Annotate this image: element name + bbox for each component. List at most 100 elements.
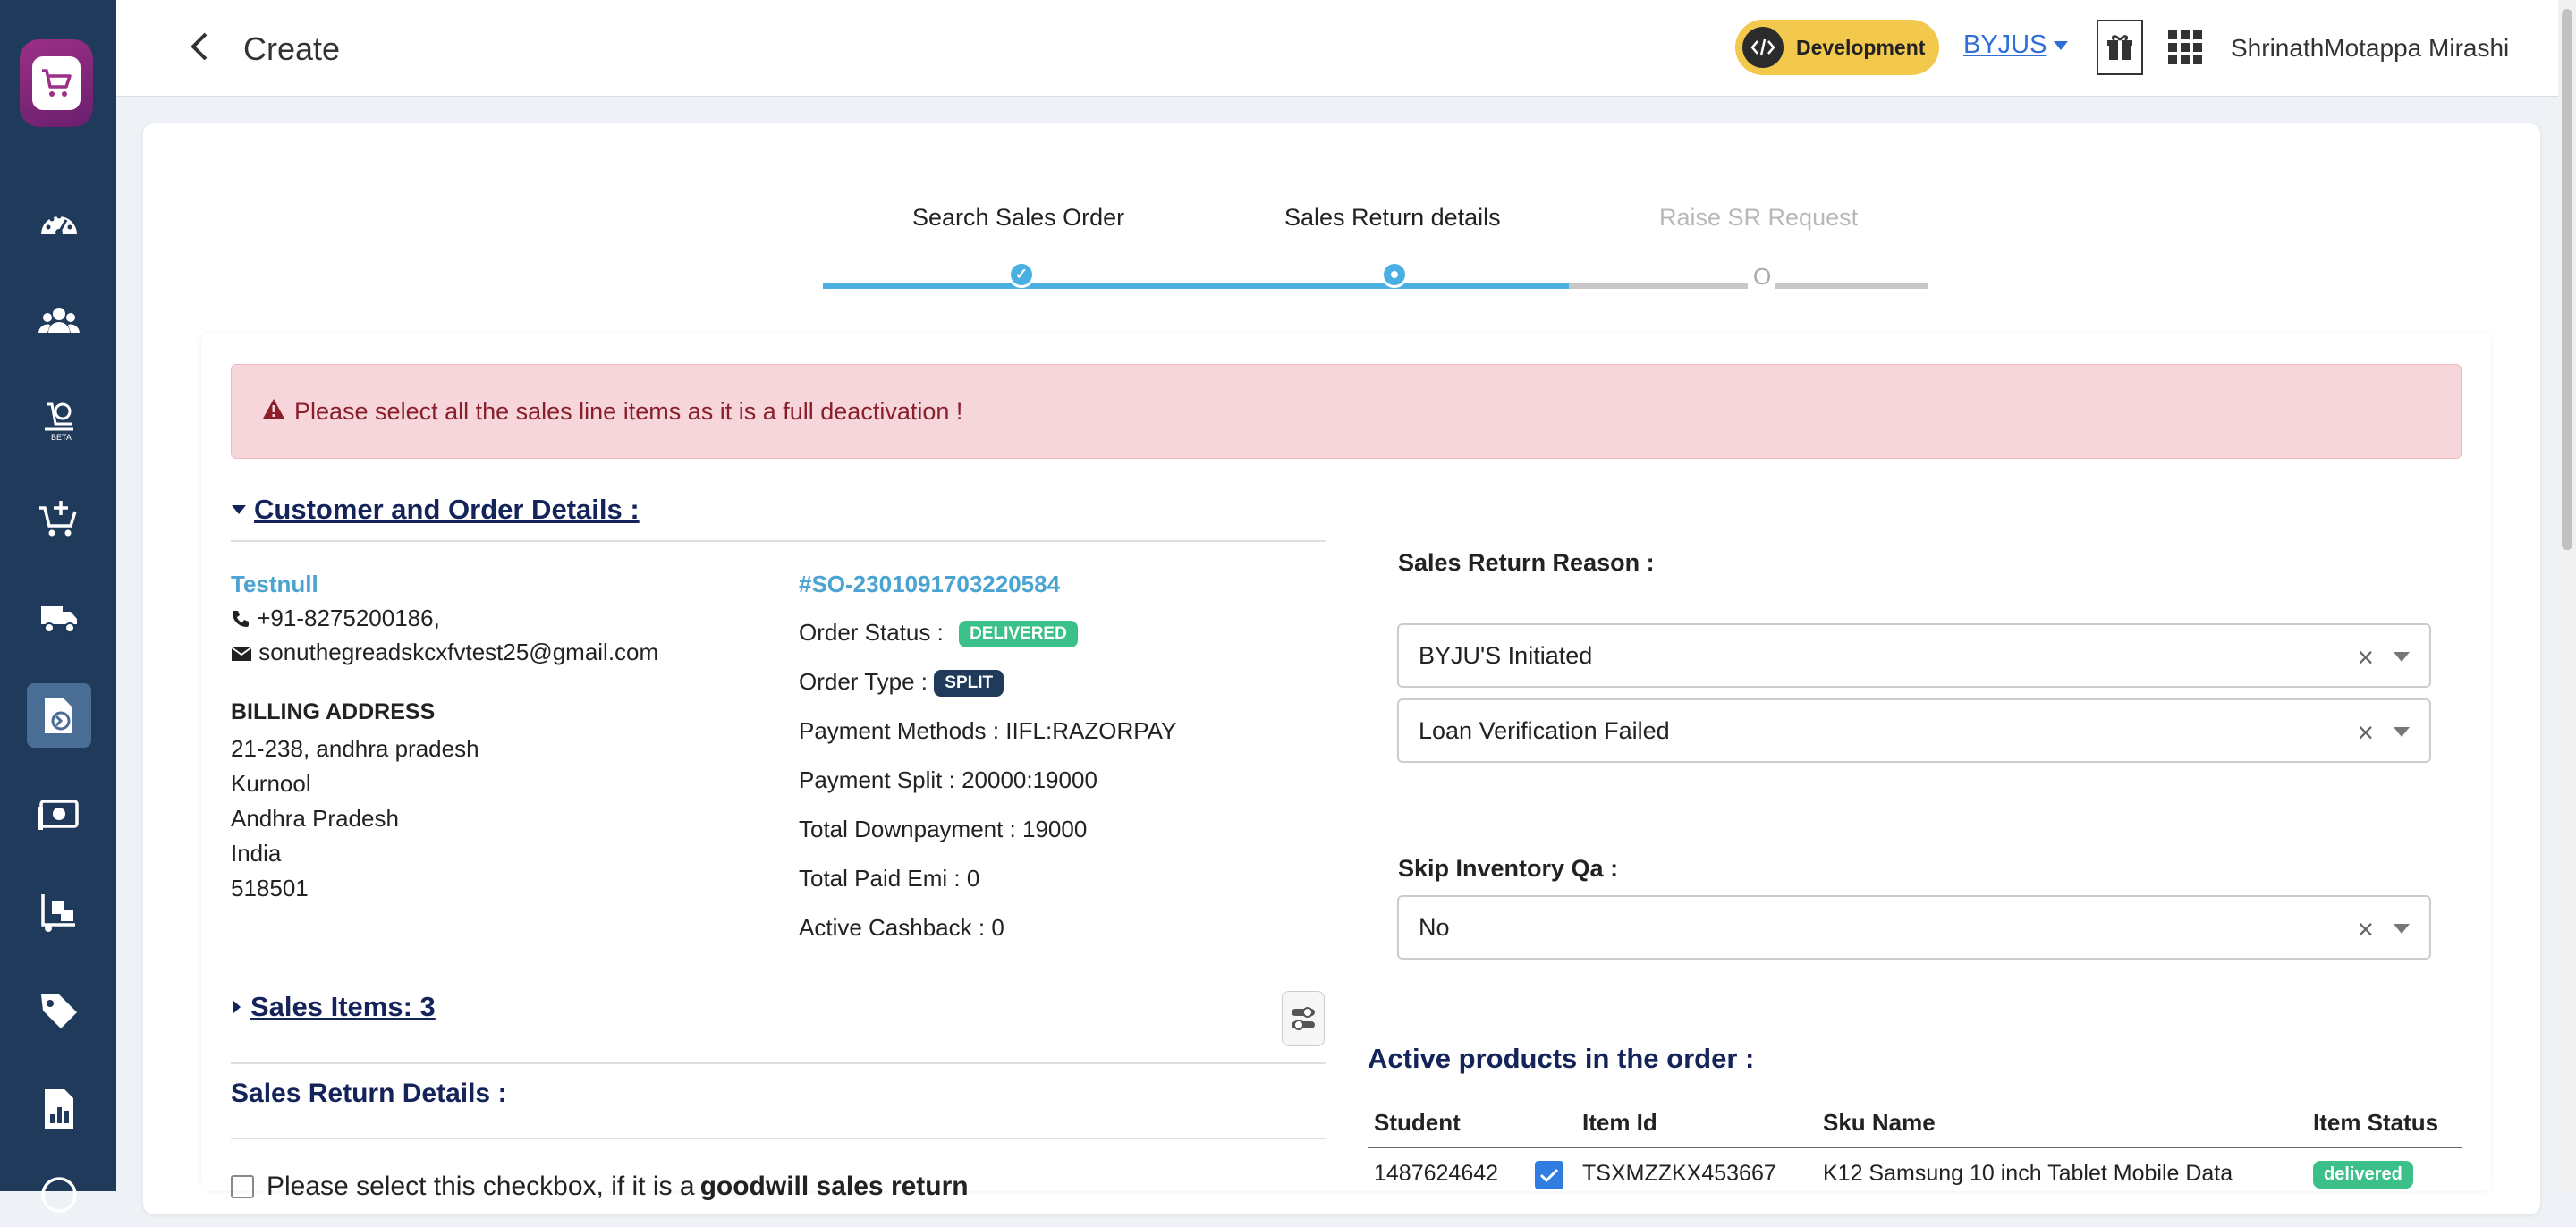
nav-delivery[interactable] xyxy=(27,585,91,649)
tag-icon xyxy=(41,994,77,1028)
nav-reports[interactable] xyxy=(27,1077,91,1141)
caret-down-icon xyxy=(2054,40,2069,50)
vertical-scrollbar[interactable] xyxy=(2558,0,2576,1191)
organization-dropdown[interactable]: BYJUS xyxy=(1963,30,2069,60)
users-icon xyxy=(38,308,80,333)
step-raise-sr-request: Raise SR Request xyxy=(1659,204,1859,231)
cell-sku-name: K12 Samsung 10 inch Tablet Mobile Data xyxy=(1823,1161,2233,1186)
active-cashback: Active Cashback : 0 xyxy=(799,914,1004,941)
nav-sales-return[interactable] xyxy=(27,683,91,748)
svg-text:BETA: BETA xyxy=(51,433,72,442)
billing-line: India xyxy=(231,840,282,867)
grid-icon xyxy=(2168,30,2177,39)
payment-methods: Payment Methods : IIFL:RAZORPAY xyxy=(799,717,1177,744)
step-done-dot: ✓ xyxy=(1008,261,1035,288)
order-status: Order Status : DELIVERED xyxy=(799,619,1078,648)
column-header-item-status: Item Status xyxy=(2313,1109,2439,1136)
row-checkbox[interactable] xyxy=(1535,1161,1563,1189)
phone-icon xyxy=(233,611,249,627)
beta-tool-icon: BETA xyxy=(45,402,73,442)
nav-tags[interactable] xyxy=(27,978,91,1043)
chevron-down-icon[interactable] xyxy=(2394,924,2410,934)
type-badge: SPLIT xyxy=(934,670,1004,698)
step-sales-return-details: Sales Return details xyxy=(1284,204,1501,231)
nav-users[interactable] xyxy=(27,290,91,354)
caret-right-icon xyxy=(233,1000,241,1014)
nav-dashboard[interactable] xyxy=(27,191,91,256)
step-progress-pending-2 xyxy=(1775,283,1928,289)
top-header: Create Development BYJUS ShrinathMotappa… xyxy=(116,0,2576,97)
select-value: Loan Verification Failed xyxy=(1419,716,1670,744)
app-logo[interactable] xyxy=(20,39,93,127)
skip-inventory-qa-label: Skip Inventory Qa : xyxy=(1398,855,1619,882)
cell-item-id: TSXMZZKX453667 xyxy=(1582,1161,1776,1186)
chevron-down-icon[interactable] xyxy=(2394,727,2410,737)
nav-more[interactable] xyxy=(27,1163,91,1227)
column-header-student: Student xyxy=(1374,1109,1461,1136)
sidebar: BETA xyxy=(0,0,116,1213)
environment-badge[interactable]: Development xyxy=(1735,20,1940,75)
section-title: Customer and Order Details : xyxy=(254,494,640,525)
checkbox[interactable] xyxy=(231,1175,254,1198)
inventory-icon xyxy=(41,894,75,932)
nav-inventory[interactable] xyxy=(27,880,91,944)
divider xyxy=(231,1138,1326,1139)
chevron-left-icon xyxy=(191,32,208,61)
order-id-link[interactable]: #SO-2301091703220584 xyxy=(799,571,1060,598)
gift-icon xyxy=(2107,35,2132,60)
user-name[interactable]: ShrinathMotappa Mirashi xyxy=(2231,34,2509,63)
check-icon: ✓ xyxy=(1014,266,1029,283)
clear-icon[interactable]: × xyxy=(2357,913,2374,946)
apps-grid-button[interactable] xyxy=(2168,30,2202,64)
payments-icon xyxy=(38,800,79,830)
toggle-settings-button[interactable] xyxy=(1282,991,1325,1046)
customer-phone: +91-8275200186, xyxy=(231,605,440,632)
select-value: No xyxy=(1419,913,1450,941)
nav-payments[interactable] xyxy=(27,782,91,846)
delivery-truck-icon xyxy=(41,606,77,633)
nav-beta-tool[interactable]: BETA xyxy=(27,388,91,453)
customer-order-toggle[interactable]: Customer and Order Details : xyxy=(231,494,640,526)
sales-items-toggle[interactable]: Sales Items: 3 xyxy=(231,991,436,1023)
billing-line: 518501 xyxy=(231,875,309,901)
alert-message: Please select all the sales line items a… xyxy=(294,397,963,425)
caret-down-icon xyxy=(232,505,246,514)
reports-icon xyxy=(45,1089,73,1129)
step-pending-dot: O xyxy=(1753,263,1772,290)
divider xyxy=(231,1062,1326,1064)
billing-line: Kurnool xyxy=(231,770,311,797)
cell-student: 1487624642 xyxy=(1374,1161,1499,1186)
goodwill-checkbox[interactable]: Please select this checkbox, if it is a … xyxy=(231,1172,969,1202)
envelope-icon xyxy=(231,647,252,661)
clear-icon[interactable]: × xyxy=(2357,641,2374,674)
table-header-divider xyxy=(1368,1147,2462,1148)
cart-logo-icon xyxy=(32,56,80,110)
sales-items-title: Sales Items: 3 xyxy=(250,991,436,1022)
step-search-sales-order: Search Sales Order xyxy=(912,204,1125,231)
select-value: BYJU'S Initiated xyxy=(1419,641,1593,669)
organization-label: BYJUS xyxy=(1963,30,2047,59)
scrollbar-thumb[interactable] xyxy=(2562,9,2572,550)
sub-reason-select[interactable]: Loan Verification Failed × xyxy=(1397,698,2431,763)
column-header-sku-name: Sku Name xyxy=(1823,1109,1936,1136)
clear-icon[interactable]: × xyxy=(2357,716,2374,749)
gift-button[interactable] xyxy=(2097,20,2143,75)
warning-alert: Please select all the sales line items a… xyxy=(231,364,2462,459)
check-icon xyxy=(1539,1168,1559,1183)
skip-qa-select[interactable]: No × xyxy=(1397,895,2431,960)
payment-split: Payment Split : 20000:19000 xyxy=(799,766,1097,793)
reason-select[interactable]: BYJU'S Initiated × xyxy=(1397,623,2431,688)
total-paid-emi: Total Paid Emi : 0 xyxy=(799,865,980,892)
customer-name-link[interactable]: Testnull xyxy=(231,571,318,598)
nav-cart-add[interactable] xyxy=(27,487,91,551)
column-header-item-id: Item Id xyxy=(1582,1109,1657,1136)
step-progress-pending xyxy=(1569,283,1748,289)
sales-return-icon xyxy=(45,698,72,733)
chevron-down-icon[interactable] xyxy=(2394,652,2410,662)
status-badge: DELIVERED xyxy=(959,621,1078,648)
warning-icon xyxy=(262,398,285,426)
help-icon xyxy=(41,1177,77,1213)
status-badge: delivered xyxy=(2313,1161,2413,1189)
back-button[interactable] xyxy=(179,27,218,66)
customer-email: sonuthegreadskcxfvtest25@gmail.com xyxy=(231,639,658,666)
